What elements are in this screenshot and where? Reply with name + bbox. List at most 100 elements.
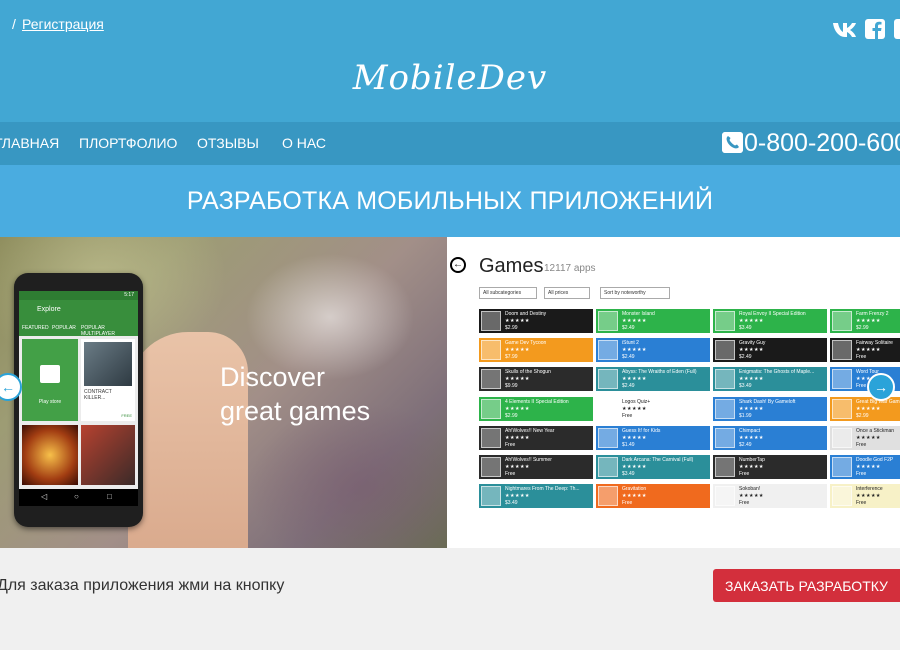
page-title: РАЗРАБОТКА МОБИЛЬНЫХ ПРИЛОЖЕНИЙ: [186, 187, 714, 215]
tile-thumbnail: [832, 369, 852, 390]
nav-item-portfolio[interactable]: ПЛОРТФОЛИО: [79, 135, 177, 151]
tile-name: Logos Quiz+: [622, 398, 651, 405]
store-tile: Once a Stickman ★★★★★ Free: [830, 425, 900, 450]
slide-tagline-line: Discover: [220, 362, 326, 392]
nav-item-reviews[interactable]: ОТЗЫВЫ: [197, 135, 259, 151]
tile-name: Chimpact: [739, 427, 761, 434]
store-tile: 4 Elements II Special Edition ★★★★★ $2.99: [479, 396, 593, 421]
store-tile: iStunt 2 ★★★★★ $2.49: [596, 338, 710, 363]
store-tile: Doom and Destiny ★★★★★ $2.99: [479, 309, 593, 333]
store-tile: Shark Dash! By Gameloft ★★★★★ $1.99: [713, 396, 827, 421]
vk-icon[interactable]: [831, 19, 857, 39]
tile-thumbnail: [598, 457, 618, 477]
tile-price: Free: [856, 500, 867, 507]
store-tile: Game Dev Tycoon ★★★★★ $7.99: [479, 338, 593, 363]
store-filter: All subcategories: [479, 287, 537, 299]
slider-next-button[interactable]: →: [867, 373, 895, 401]
tile-price: $9.99: [505, 383, 518, 390]
tile-price: $3.49: [739, 325, 752, 331]
tile-name: Sokoban!: [739, 486, 761, 493]
tile-thumbnail: [481, 427, 501, 448]
tile-price: Free: [739, 500, 750, 507]
tile-price: Free: [856, 441, 867, 448]
tile-price: $1.49: [622, 441, 635, 448]
tile-thumbnail: [598, 427, 618, 448]
rating-stars-icon: ★★★★★: [622, 434, 647, 441]
store-tile: Nightmares From The Deep: Th... ★★★★★ $3.4…: [479, 484, 593, 509]
store-tile: Farm Frenzy 2 ★★★★★ $2.99: [830, 309, 900, 333]
store-tile: Enigmatis: The Ghosts of Maple... ★★★★★ $3…: [713, 367, 827, 392]
phone-card-game: CONTRACT KILLER... FREE: [81, 339, 135, 421]
nav-item-home[interactable]: ГЛАВНАЯ: [0, 135, 59, 151]
store-tile: Skulls of the Shogun ★★★★★ $9.99: [479, 367, 593, 392]
tile-thumbnail: [715, 427, 735, 448]
rating-stars-icon: ★★★★★: [739, 405, 764, 412]
tile-price: $1.99: [739, 412, 752, 419]
store-title: Games: [479, 255, 544, 277]
tile-name: Gravitation: [622, 486, 647, 493]
tile-thumbnail: [598, 369, 618, 390]
site-header: од / Регистрация MobileDev: [0, 0, 900, 122]
store-tile: Great Big War Game ★★★★★ $2.99: [830, 396, 900, 421]
order-cta-bar: Для заказа приложения жми на кнопку ЗАКА…: [0, 548, 900, 650]
rating-stars-icon: ★★★★★: [505, 376, 530, 383]
back-icon: ◁: [41, 492, 48, 501]
store-tile: Ah!Wolves!! Summer ★★★★★ Free: [479, 455, 593, 479]
game-cover-image: [81, 425, 135, 485]
tile-price: $2.49: [622, 354, 635, 361]
rating-stars-icon: ★★★★★: [622, 318, 647, 324]
store-tile: Ah!Wolves!! New Year ★★★★★ Free: [479, 425, 593, 450]
phone-toolbar: Explore FEATURED POPULAR POPULAR MULTIPL…: [19, 300, 138, 337]
tile-price: $2.99: [505, 325, 518, 331]
phone-tab: POPULAR MULTIPLAYER: [81, 325, 115, 337]
twitter-icon[interactable]: [894, 19, 900, 39]
register-link[interactable]: Регистрация: [22, 16, 104, 32]
tile-thumbnail: [481, 311, 501, 331]
rating-stars-icon: ★★★★★: [856, 434, 881, 441]
phone-tab: FEATURED: [22, 325, 49, 331]
tile-thumbnail: [598, 398, 618, 419]
order-development-button[interactable]: ЗАКАЗАТЬ РАЗРАБОТКУ: [713, 569, 900, 602]
tile-name: Guess It! for Kids: [622, 427, 661, 434]
tile-name: Once a Stickman: [856, 427, 895, 434]
tile-name: Farm Frenzy 2: [856, 311, 889, 317]
headline-band: РАЗРАБОТКА МОБИЛЬНЫХ ПРИЛОЖЕНИЙ: [0, 165, 900, 237]
phone-status-bar: 5:17: [19, 291, 138, 300]
tile-name: NumberTap: [739, 457, 765, 463]
game-cover-image: [22, 425, 78, 485]
site-logo[interactable]: MobileDev: [0, 58, 900, 98]
rating-stars-icon: ★★★★★: [856, 405, 881, 412]
hero-slider: 5:17 Explore FEATURED POPULAR POPULAR MU…: [0, 237, 900, 548]
store-tile: Abyss: The Wraiths of Eden (Full) ★★★★★ $2…: [596, 367, 710, 392]
tile-thumbnail: [715, 369, 735, 390]
tile-thumbnail: [832, 398, 852, 419]
facebook-icon[interactable]: [865, 19, 885, 39]
phone-card-playstore: Play store: [22, 339, 78, 421]
store-tile: Sokoban! ★★★★★ Free: [713, 484, 827, 509]
tile-name: iStunt 2: [622, 340, 639, 347]
rating-stars-icon: ★★★★★: [739, 318, 764, 324]
tile-thumbnail: [481, 486, 501, 507]
game-cover-image: [84, 342, 132, 386]
tile-price: Free: [505, 441, 516, 448]
tile-thumbnail: [598, 340, 618, 361]
tile-price: $2.49: [622, 383, 635, 390]
nav-item-about[interactable]: О НАС: [282, 135, 326, 151]
auth-separator: /: [12, 16, 16, 32]
store-tile: Logos Quiz+ ★★★★★ Free: [596, 396, 710, 421]
rating-stars-icon: ★★★★★: [505, 464, 530, 470]
tile-price: Free: [856, 383, 867, 390]
rating-stars-icon: ★★★★★: [622, 405, 647, 412]
store-tile: Fairway Solitaire ★★★★★ Free: [830, 338, 900, 363]
tile-thumbnail: [715, 311, 735, 331]
store-count: 12117 apps: [544, 263, 596, 274]
tile-thumbnail: [481, 398, 501, 419]
tile-price: $2.99: [505, 412, 518, 419]
main-nav: ГЛАВНАЯ ПЛОРТФОЛИО ОТЗЫВЫ О НАС 0-800-20…: [0, 122, 900, 165]
rating-stars-icon: ★★★★★: [856, 493, 881, 500]
store-filter: Sort by noteworthy: [600, 287, 670, 299]
phone-toolbar-title: Explore: [37, 306, 61, 313]
store-tile: Doodle God F2P ★★★★★ Free: [830, 455, 900, 479]
tile-thumbnail: [715, 486, 735, 507]
tile-price: Free: [856, 354, 867, 361]
